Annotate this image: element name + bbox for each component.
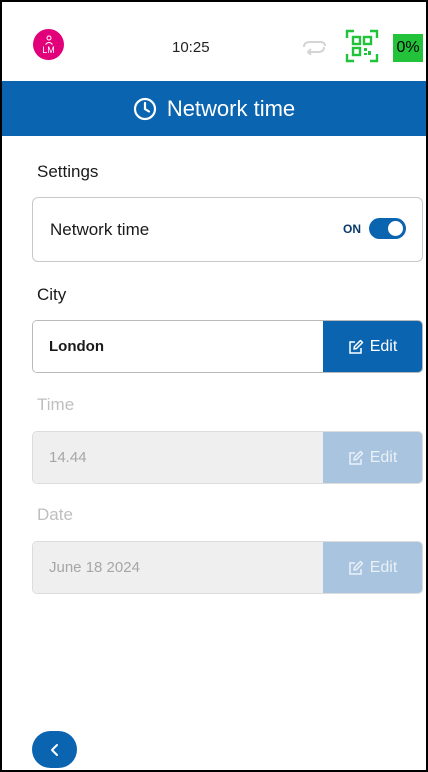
clock-icon xyxy=(133,97,156,120)
city-value[interactable]: London xyxy=(33,321,323,372)
city-edit-button[interactable]: Edit xyxy=(323,321,422,372)
toggle-switch[interactable] xyxy=(369,218,406,239)
toggle-state-label: ON xyxy=(343,221,361,236)
avatar[interactable]: LM xyxy=(33,29,64,60)
back-button[interactable] xyxy=(32,731,77,768)
status-bar: LM 10:25 0% xyxy=(2,2,426,74)
city-section-label: City xyxy=(37,285,67,304)
avatar-initials: LM xyxy=(42,44,55,55)
edit-icon xyxy=(348,450,363,465)
edit-icon xyxy=(348,560,363,575)
city-field: London Edit xyxy=(32,320,423,373)
time-field: 14.44 Edit xyxy=(32,431,423,484)
date-section-label: Date xyxy=(37,505,73,524)
edit-label: Edit xyxy=(369,448,398,466)
battery-indicator: 0% xyxy=(393,34,423,62)
date-value: June 18 2024 xyxy=(33,542,323,593)
network-time-label: Network time xyxy=(50,220,150,239)
chevron-left-icon xyxy=(50,743,58,756)
network-time-toggle[interactable]: ON xyxy=(343,218,406,239)
date-field: June 18 2024 Edit xyxy=(32,541,423,594)
settings-section-label: Settings xyxy=(37,162,99,181)
header: Network time xyxy=(2,81,426,136)
qr-code-icon[interactable] xyxy=(345,29,379,63)
time-section-label: Time xyxy=(37,395,75,414)
network-time-card: Network time ON xyxy=(32,197,423,262)
toggle-knob xyxy=(388,221,403,236)
edit-label: Edit xyxy=(369,337,398,355)
edit-label: Edit xyxy=(369,558,398,576)
time-edit-button: Edit xyxy=(323,432,422,483)
app-frame: LM 10:25 0% Network time Settings Networ… xyxy=(0,0,428,772)
date-edit-button: Edit xyxy=(323,542,422,593)
time-value: 14.44 xyxy=(33,432,323,483)
sync-icon[interactable] xyxy=(300,39,328,55)
person-icon xyxy=(44,35,53,45)
status-time: 10:25 xyxy=(172,39,210,56)
edit-icon xyxy=(348,339,363,354)
page-title: Network time xyxy=(166,95,296,121)
